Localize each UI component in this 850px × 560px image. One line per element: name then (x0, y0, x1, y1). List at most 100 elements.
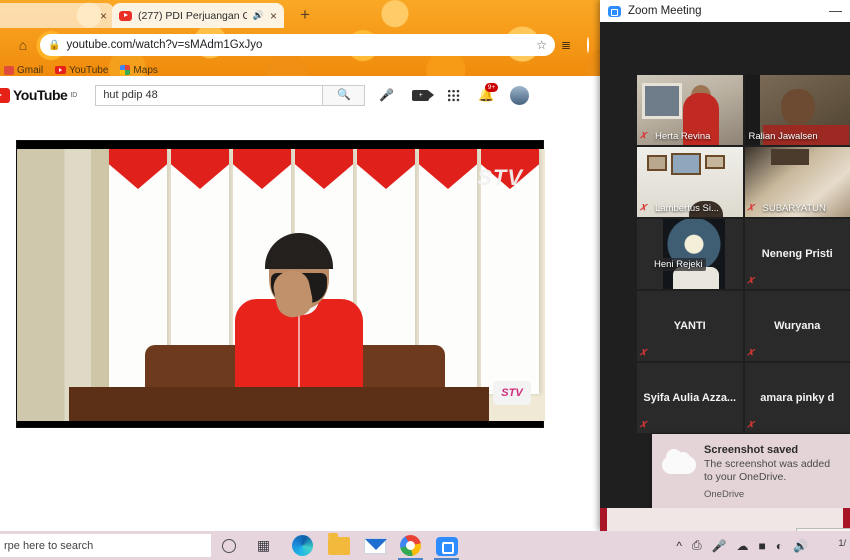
reading-list-icon[interactable]: ≣ (555, 38, 577, 52)
mail-icon[interactable] (364, 538, 387, 554)
participant-tile[interactable]: 𝑥 Herta Revina (637, 75, 743, 145)
mute-icon: 𝑥 (747, 201, 754, 213)
task-view-icon[interactable]: ▦ (255, 538, 272, 553)
onedrive-notification-toast[interactable]: Screenshot saved The screenshot was adde… (652, 434, 850, 508)
bookmark-star-icon[interactable]: ☆ (536, 38, 547, 52)
participant-tile[interactable]: 𝑥 Lambertus Si... (637, 147, 743, 217)
file-explorer-icon[interactable] (328, 533, 350, 555)
participant-video (663, 219, 725, 289)
search-input[interactable]: hut pdip 48 🔍 (95, 84, 366, 106)
system-tray: ^ ⎙ 🎤 ☁ ■ ◐ 🔊 (676, 531, 808, 560)
microsoft-edge-icon[interactable] (292, 535, 313, 556)
video-frame: STV STV (17, 149, 545, 421)
clock[interactable]: 1/ (838, 538, 846, 548)
mute-icon: 𝑥 (747, 274, 754, 286)
search-input-value: hut pdip 48 (103, 89, 158, 101)
youtube-country-code: ID (70, 91, 78, 99)
participant-tile[interactable]: amara pinky d 𝑥 (744, 363, 850, 433)
toast-title: Screenshot saved (704, 444, 799, 456)
participant-tile[interactable]: YANTI 𝑥 (637, 291, 743, 361)
notifications-icon[interactable]: 🔔 9+ (478, 83, 498, 103)
mute-icon: 𝑥 (640, 129, 647, 141)
volume-icon[interactable]: 🔊 (793, 539, 808, 553)
home-icon[interactable]: ⌂ (10, 37, 36, 53)
participant-name: Ralian Jawalsen (748, 131, 818, 142)
address-bar-url: youtube.com/watch?v=sMAdm1GxJyo (66, 39, 263, 51)
speaker-icon[interactable]: 🔊 (253, 10, 264, 21)
bookmark-label: YouTube (69, 64, 109, 76)
close-icon[interactable]: × (100, 9, 107, 23)
lock-icon: 🔒 (48, 39, 61, 51)
participant-tile[interactable]: Neneng Pristi 𝑥 (744, 219, 850, 289)
profile-avatar[interactable] (577, 37, 599, 53)
mute-icon: 𝑥 (640, 418, 647, 430)
bookmark-youtube[interactable]: YouTube (51, 65, 112, 76)
mute-icon: 𝑥 (747, 418, 754, 430)
onedrive-cloud-icon[interactable]: ☁ (737, 539, 749, 553)
window-title: Zoom Meeting (628, 5, 702, 17)
mute-icon: 𝑥 (640, 346, 647, 358)
chevron-up-icon[interactable]: ^ (676, 539, 682, 553)
participant-name: Herta Revina (655, 131, 711, 142)
table (69, 387, 489, 421)
youtube-logo-text: YouTube (13, 87, 68, 103)
onedrive-sync-icon[interactable]: ⎙ (692, 538, 702, 553)
youtube-page: YouTube ID hut pdip 48 🔍 🎤 + 🔔 9+ STV ST… (0, 78, 637, 531)
onedrive-cloud-icon (662, 449, 696, 474)
browser-tab-active[interactable]: (277) PDI Perjuangan Gelar · 🔊 × (112, 3, 284, 28)
participant-tile[interactable]: Wuryana 𝑥 (744, 291, 850, 361)
participant-name: YANTI (673, 320, 706, 332)
cortana-circle-icon[interactable] (222, 539, 236, 553)
windows-taskbar: rpe here to search ▦ ^ ⎙ 🎤 ☁ ■ ◐ 🔊 1/ (0, 531, 850, 560)
bookmark-label: Gmail (17, 64, 44, 76)
zoom-icon[interactable] (436, 537, 458, 556)
participant-grid: 𝑥 Herta Revina Ralian Jawalsen 𝑥 Lambert… (637, 75, 850, 433)
minimize-button[interactable]: — (829, 4, 842, 17)
tab-strip: sApp × (277) PDI Perjuangan Gelar · 🔊 × … (0, 0, 637, 28)
youtube-masthead: YouTube ID hut pdip 48 🔍 🎤 + 🔔 9+ (0, 78, 623, 112)
participant-name: Heni Rejeki (651, 258, 706, 271)
zoom-title-bar[interactable]: Zoom Meeting — (600, 0, 850, 22)
voice-search-icon[interactable]: 🎤 (379, 88, 394, 102)
tab-title: (277) PDI Perjuangan Gelar · (138, 9, 247, 22)
youtube-logo[interactable]: YouTube ID (0, 87, 77, 103)
avatar[interactable] (510, 85, 530, 105)
navigation-toolbar: ⌂ 🔒 youtube.com/watch?v=sMAdm1GxJyo ☆ ≣ (0, 30, 637, 60)
participant-name: SUBARYATUN (762, 203, 826, 214)
search-icon[interactable]: 🔍 (322, 85, 365, 105)
mute-icon: 𝑥 (640, 201, 647, 213)
participant-name: Wuryana (774, 320, 821, 332)
bookmark-maps[interactable]: Maps (116, 65, 161, 76)
toast-body: The screenshot was added to your OneDriv… (704, 458, 831, 483)
video-player[interactable]: STV STV (16, 140, 545, 428)
zoom-icon (608, 5, 621, 17)
bookmarks-bar: Gmail YouTube Maps (0, 62, 637, 78)
battery-icon[interactable]: ■ (759, 539, 766, 553)
search-input[interactable]: rpe here to search (0, 534, 211, 557)
maps-icon (120, 65, 131, 75)
bookmark-gmail[interactable]: Gmail (0, 65, 47, 76)
youtube-icon (119, 10, 132, 21)
browser-tab-inactive[interactable]: sApp × (0, 3, 114, 28)
close-icon[interactable]: × (270, 9, 277, 23)
participant-name: Lambertus Si... (655, 203, 719, 214)
mute-icon: 𝑥 (747, 346, 754, 358)
address-bar[interactable]: 🔒 youtube.com/watch?v=sMAdm1GxJyo ☆ (40, 34, 555, 56)
apps-grid-icon[interactable] (447, 88, 461, 102)
google-chrome-icon[interactable] (400, 535, 421, 556)
toast-app-name: OneDrive (704, 489, 745, 500)
participant-tile[interactable]: Ralian Jawalsen (744, 75, 850, 145)
stv-watermark-icon: STV (477, 165, 523, 190)
create-video-icon[interactable]: + (412, 89, 435, 101)
youtube-icon (55, 66, 67, 74)
tab-title: sApp (0, 10, 94, 22)
new-tab-button[interactable]: + (296, 6, 314, 25)
participant-tile[interactable]: Heni Rejeki (637, 219, 743, 289)
wifi-icon[interactable]: ◐ (776, 539, 783, 553)
microphone-icon[interactable]: 🎤 (712, 539, 727, 553)
stv-logo-icon: STV (493, 381, 531, 405)
participant-name: Syifa Aulia Azza... (643, 392, 737, 404)
participant-tile[interactable]: Syifa Aulia Azza... 𝑥 (637, 363, 743, 433)
gmail-icon (4, 65, 14, 75)
participant-tile[interactable]: 𝑥 SUBARYATUN (744, 147, 850, 217)
